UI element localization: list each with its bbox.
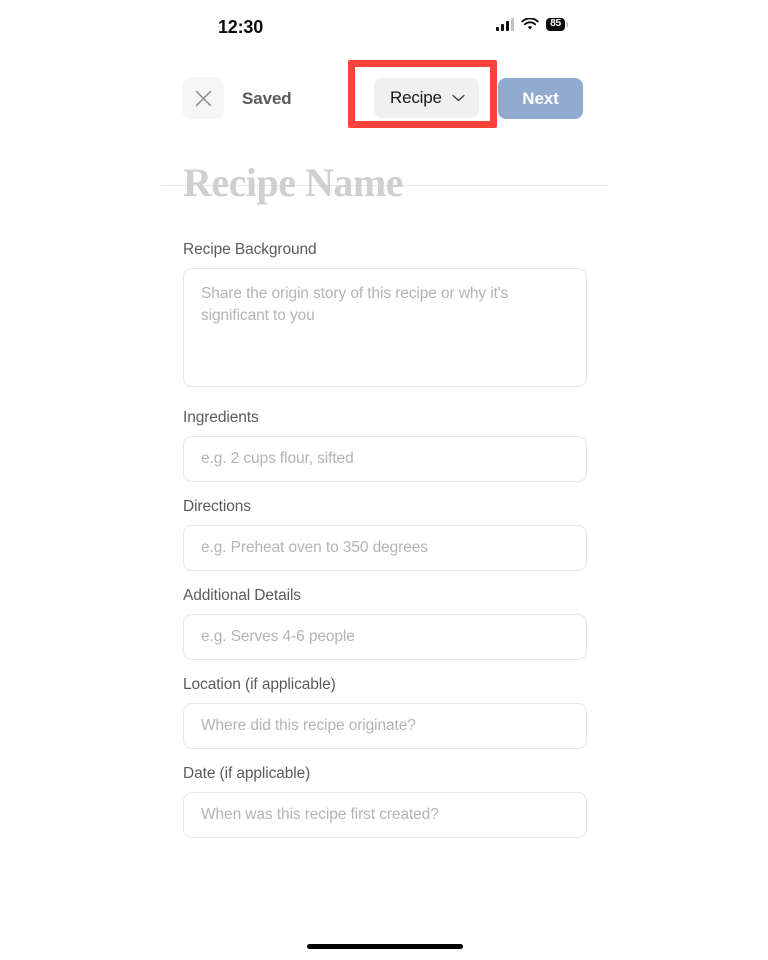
next-button-label: Next [522, 88, 559, 108]
additional-details-input[interactable] [183, 614, 587, 660]
field-label: Date (if applicable) [183, 765, 311, 782]
recipe-name-title[interactable]: Recipe Name [183, 163, 608, 203]
status-indicators: 85 [496, 17, 568, 31]
type-selector-value: Recipe [390, 88, 442, 107]
cellular-signal-icon [496, 18, 515, 31]
battery-level: 85 [546, 18, 565, 31]
field-ingredients: Ingredients [183, 409, 587, 482]
field-label: Directions [183, 498, 251, 515]
recipe-form: Recipe Name Recipe Background Ingredient… [162, 134, 608, 838]
field-additional-details: Additional Details [183, 587, 587, 660]
home-indicator[interactable] [307, 944, 463, 949]
ingredients-input[interactable] [183, 436, 587, 482]
wifi-icon [521, 17, 539, 31]
close-icon [195, 90, 212, 107]
chevron-down-icon [452, 89, 465, 107]
directions-input[interactable] [183, 525, 587, 571]
status-bar: 12:30 85 [162, 0, 608, 52]
field-date: Date (if applicable) [183, 765, 587, 838]
next-button[interactable]: Next [498, 78, 583, 119]
status-time: 12:30 [218, 17, 264, 37]
phone-screen: 12:30 85 Saved Recipe Next Recipe Name R… [162, 0, 608, 960]
close-button[interactable] [182, 77, 224, 119]
app-header: Saved Recipe Next [162, 52, 608, 186]
recipe-background-input[interactable] [183, 268, 587, 387]
battery-icon: 85 [546, 18, 568, 31]
field-label: Ingredients [183, 409, 259, 426]
date-input[interactable] [183, 792, 587, 838]
field-recipe-background: Recipe Background [183, 241, 587, 387]
type-selector-dropdown[interactable]: Recipe [374, 78, 479, 118]
field-location: Location (if applicable) [183, 676, 587, 749]
field-label: Recipe Background [183, 241, 317, 258]
saved-status-label: Saved [242, 89, 292, 108]
location-input[interactable] [183, 703, 587, 749]
field-label: Location (if applicable) [183, 676, 336, 693]
field-directions: Directions [183, 498, 587, 571]
field-label: Additional Details [183, 587, 301, 604]
